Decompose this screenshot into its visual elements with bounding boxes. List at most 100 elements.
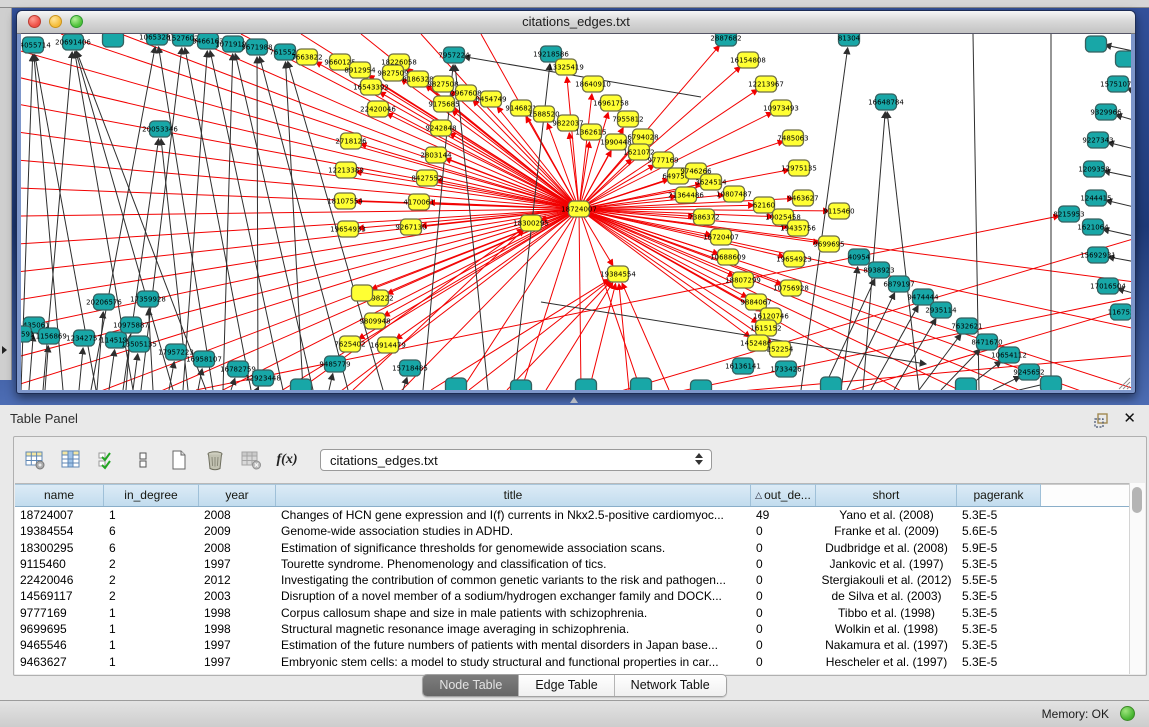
column-header-out-de-[interactable]: △out_de... <box>751 484 816 506</box>
table-cell[interactable]: 1 <box>104 621 199 637</box>
table-cell[interactable]: 9777169 <box>15 605 104 621</box>
close-panel-icon[interactable]: ✕ <box>1123 410 1136 428</box>
table-cell[interactable]: Jankovic et al. (1997) <box>816 556 957 572</box>
table-cell[interactable]: Tourette syndrome. Phenomenology and cla… <box>276 556 751 572</box>
graph-node[interactable]: 1733426 <box>770 361 802 377</box>
table-cell[interactable]: 9699695 <box>15 621 104 637</box>
table-cell[interactable]: Corpus callosum shape and size in male p… <box>276 605 751 621</box>
table-cell[interactable]: Wolkin et al. (1998) <box>816 621 957 637</box>
graph-node[interactable]: 19654923 <box>776 251 812 267</box>
table-cell[interactable]: 0 <box>751 621 816 637</box>
table-cell[interactable]: Dudbridge et al. (2008) <box>816 540 957 556</box>
table-cell[interactable]: 2008 <box>199 540 276 556</box>
graph-node[interactable]: 7625402 <box>334 336 365 352</box>
column-header-name[interactable]: name <box>15 484 104 506</box>
graph-node[interactable]: 1209358 <box>1078 161 1109 177</box>
graph-node[interactable]: 16648784 <box>868 94 904 110</box>
column-header-in-degree[interactable]: in_degree <box>104 484 199 506</box>
table-cell[interactable]: 18724007 <box>15 507 104 523</box>
graph-node[interactable] <box>1041 376 1062 390</box>
table-cell[interactable]: 2009 <box>199 523 276 539</box>
graph-node[interactable] <box>446 378 467 390</box>
graph-node[interactable]: 10688609 <box>710 249 746 265</box>
graph-node[interactable]: 18107554 <box>327 193 363 209</box>
table-cell[interactable]: 9465546 <box>15 637 104 653</box>
table-cell[interactable]: Embryonic stem cells: a model to study s… <box>276 654 751 670</box>
graph-node[interactable] <box>691 380 712 390</box>
graph-node[interactable]: 12342757 <box>66 330 102 346</box>
graph-node[interactable]: 40954 <box>848 249 871 265</box>
graph-node[interactable]: 16961758 <box>593 95 629 111</box>
table-cell[interactable]: 5.3E-5 <box>957 507 1041 523</box>
table-cell[interactable]: 5.3E-5 <box>957 654 1041 670</box>
table-row[interactable]: 946362711997Embryonic stem cells: a mode… <box>15 654 1145 670</box>
table-row[interactable]: 1938455462009Genome-wide association stu… <box>15 523 1145 539</box>
table-cell[interactable]: 1998 <box>199 605 276 621</box>
graph-node[interactable]: 20691406 <box>55 34 91 50</box>
table-row[interactable]: 1456911722003Disruption of a novel membe… <box>15 588 1145 604</box>
graph-node[interactable] <box>576 379 597 390</box>
table-cell[interactable]: 5.5E-5 <box>957 572 1041 588</box>
network-canvas[interactable]: 1405571420691406106532871527602946616310… <box>21 33 1131 390</box>
table-cell[interactable]: Genome-wide association studies in ADHD. <box>276 523 751 539</box>
graph-node[interactable]: 2887682 <box>710 34 741 46</box>
table-cell[interactable]: Estimation of the future numbers of pati… <box>276 637 751 653</box>
graph-node[interactable] <box>1116 51 1132 67</box>
select-all-icon[interactable] <box>96 449 118 471</box>
table-cell[interactable]: 2003 <box>199 588 276 604</box>
table-scrollbar-thumb[interactable] <box>1132 487 1142 513</box>
graph-node[interactable] <box>956 378 977 390</box>
graph-node[interactable]: 252254 <box>767 341 794 357</box>
table-cell[interactable]: Disruption of a novel member of a sodium… <box>276 588 751 604</box>
table-cell[interactable]: 9463627 <box>15 654 104 670</box>
new-column-icon[interactable] <box>168 449 190 471</box>
column-header-year[interactable]: year <box>199 484 276 506</box>
graph-node[interactable]: 81304 <box>838 34 861 46</box>
table-cell[interactable]: Hescheler et al. (1997) <box>816 654 957 670</box>
table-cell[interactable]: 1 <box>104 637 199 653</box>
graph-node[interactable]: 6879197 <box>883 276 914 292</box>
table-cell[interactable]: 14569117 <box>15 588 104 604</box>
tab-network-table[interactable]: Network Table <box>615 675 726 696</box>
graph-node[interactable]: 9115460 <box>823 203 854 219</box>
graph-node[interactable]: 1244415 <box>1080 190 1111 206</box>
table-cell[interactable]: 19384554 <box>15 523 104 539</box>
table-cell[interactable]: Tibbo et al. (1998) <box>816 605 957 621</box>
graph-node[interactable]: 12213967 <box>748 76 784 92</box>
expand-arrow-icon[interactable] <box>2 346 7 354</box>
table-cell[interactable]: 18300295 <box>15 540 104 556</box>
table-cell[interactable]: 1998 <box>199 621 276 637</box>
delete-icon[interactable] <box>204 449 226 471</box>
table-mode-icon[interactable] <box>24 449 46 471</box>
table-row[interactable]: 1830029562008Estimation of significance … <box>15 540 1145 556</box>
graph-node[interactable]: 8215953 <box>1053 206 1084 222</box>
graph-node[interactable]: 14055714 <box>21 37 51 53</box>
table-cell[interactable]: Yano et al. (2008) <box>816 507 957 523</box>
show-columns-icon[interactable] <box>60 449 82 471</box>
graph-node[interactable] <box>352 285 373 301</box>
graph-node[interactable]: 9463627 <box>787 190 818 206</box>
graph-node[interactable]: 8471670 <box>971 334 1002 350</box>
graph-node[interactable]: 62160 <box>753 197 775 213</box>
table-cell[interactable]: 6 <box>104 540 199 556</box>
graph-node[interactable]: 7957224 <box>438 47 470 63</box>
table-cell[interactable]: 9115460 <box>15 556 104 572</box>
table-cell[interactable]: 1 <box>104 654 199 670</box>
table-cell[interactable]: 5.3E-5 <box>957 556 1041 572</box>
graph-node[interactable]: 15718485 <box>392 360 428 376</box>
table-cell[interactable]: 0 <box>751 588 816 604</box>
graph-node[interactable]: 9227343 <box>1082 132 1113 148</box>
table-row[interactable]: 911546021997Tourette syndrome. Phenomeno… <box>15 556 1145 572</box>
graph-node[interactable]: 10807487 <box>716 186 752 202</box>
table-cell[interactable]: 5.3E-5 <box>957 605 1041 621</box>
table-cell[interactable]: 1 <box>104 507 199 523</box>
table-cell[interactable]: de Silva et al. (2003) <box>816 588 957 604</box>
graph-node[interactable]: 8427552 <box>411 170 442 186</box>
table-cell[interactable]: 0 <box>751 572 816 588</box>
table-cell[interactable]: Investigating the contribution of common… <box>276 572 751 588</box>
graph-node[interactable]: 10973493 <box>763 100 799 116</box>
table-row[interactable]: 2242004622012Investigating the contribut… <box>15 572 1145 588</box>
table-cell[interactable]: 0 <box>751 654 816 670</box>
table-cell[interactable]: 0 <box>751 637 816 653</box>
graph-node[interactable]: 10756928 <box>773 280 809 296</box>
